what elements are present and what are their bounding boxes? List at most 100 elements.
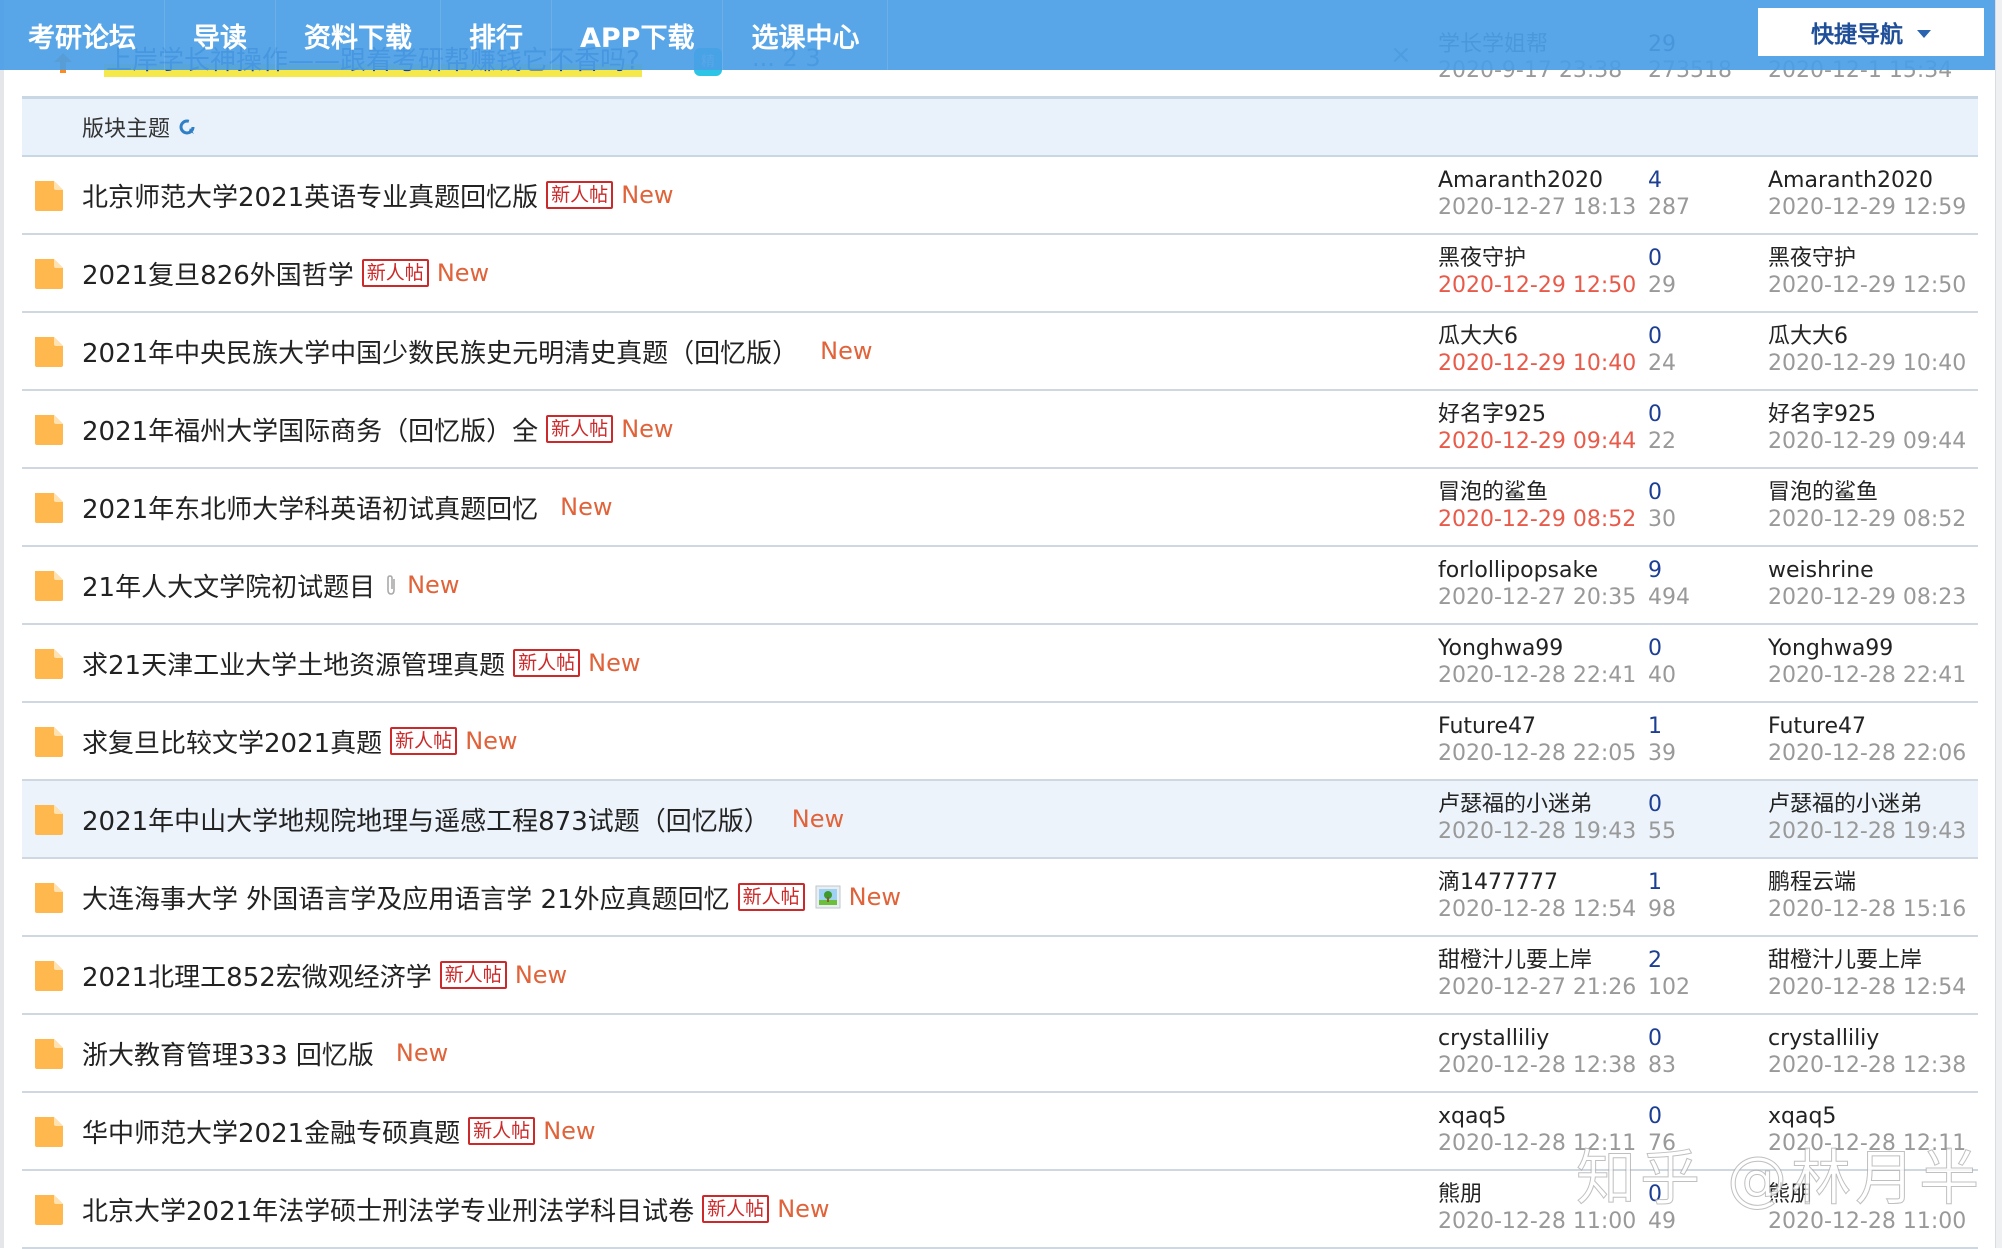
nav-item-downloads[interactable]: 资料下载	[276, 0, 441, 70]
last-post-time[interactable]: 2020-12-29 12:59	[1768, 194, 1988, 221]
thread-row[interactable]: 求复旦比较文学2021真题 新人帖 New Future47 2020-12-2…	[22, 703, 1978, 781]
new-mark[interactable]: New	[560, 493, 612, 521]
new-mark[interactable]: New	[621, 415, 673, 443]
last-poster-name[interactable]: 冒泡的鲨鱼	[1768, 479, 1988, 506]
reply-count[interactable]: 1	[1648, 713, 1748, 740]
author-name[interactable]: 好名字925	[1438, 401, 1658, 428]
new-mark[interactable]: New	[792, 805, 844, 833]
author-name[interactable]: 甜橙汁儿要上岸	[1438, 947, 1658, 974]
new-mark[interactable]: New	[588, 649, 640, 677]
new-mark[interactable]: New	[437, 259, 489, 287]
author-name[interactable]: crystalliliy	[1438, 1025, 1658, 1052]
reply-count[interactable]: 9	[1648, 557, 1748, 584]
reply-count[interactable]: 2	[1648, 947, 1748, 974]
last-poster-name[interactable]: Amaranth2020	[1768, 167, 1988, 194]
thread-title[interactable]: 浙大教育管理333 回忆版	[82, 1035, 374, 1072]
new-mark[interactable]: New	[777, 1195, 829, 1223]
last-post-time[interactable]: 2020-12-29 08:23	[1768, 584, 1988, 611]
last-poster-name[interactable]: 卢瑟福的小迷弟	[1768, 791, 1988, 818]
thread-row[interactable]: 2021年东北师大学科英语初试真题回忆 New 冒泡的鲨鱼 2020-12-29…	[22, 469, 1978, 547]
reply-count[interactable]: 0	[1648, 323, 1748, 350]
new-mark[interactable]: New	[543, 1117, 595, 1145]
new-mark[interactable]: New	[396, 1039, 448, 1067]
thread-title[interactable]: 2021年东北师大学科英语初试真题回忆	[82, 489, 538, 526]
reply-count[interactable]: 4	[1648, 167, 1748, 194]
nav-item-guide[interactable]: 导读	[165, 0, 276, 70]
scrollbar[interactable]	[1995, 0, 2002, 1248]
last-poster-name[interactable]: xqaq5	[1768, 1103, 1988, 1130]
reply-count[interactable]: 0	[1648, 401, 1748, 428]
new-mark[interactable]: New	[820, 337, 872, 365]
author-name[interactable]: 卢瑟福的小迷弟	[1438, 791, 1658, 818]
thread-row[interactable]: 2021年中山大学地规院地理与遥感工程873试题（回忆版） New 卢瑟福的小迷…	[22, 781, 1978, 859]
thread-row[interactable]: 浙大教育管理333 回忆版 New crystalliliy 2020-12-2…	[22, 1015, 1978, 1093]
author-name[interactable]: xqaq5	[1438, 1103, 1658, 1130]
nav-item-app-download[interactable]: APP下载	[552, 0, 724, 70]
thread-row[interactable]: 21年人大文学院初试题目 New forlollipopsake 2020-12…	[22, 547, 1978, 625]
author-name[interactable]: 冒泡的鲨鱼	[1438, 479, 1658, 506]
last-poster-name[interactable]: Future47	[1768, 713, 1988, 740]
thread-title[interactable]: 2021年中山大学地规院地理与遥感工程873试题（回忆版）	[82, 801, 770, 838]
last-post-time[interactable]: 2020-12-28 15:16	[1768, 896, 1988, 923]
last-post-time[interactable]: 2020-12-28 11:00	[1768, 1208, 1988, 1235]
last-poster-name[interactable]: 熊朋	[1768, 1181, 1988, 1208]
new-mark[interactable]: New	[849, 883, 901, 911]
reply-count[interactable]: 1	[1648, 869, 1748, 896]
nav-item-forum[interactable]: 考研论坛	[0, 0, 165, 70]
thread-title[interactable]: 21年人大文学院初试题目	[82, 567, 375, 604]
thread-title[interactable]: 大连海事大学 外国语言学及应用语言学 21外应真题回忆	[82, 879, 730, 916]
last-poster-name[interactable]: weishrine	[1768, 557, 1988, 584]
thread-title[interactable]: 2021北理工852宏微观经济学	[82, 957, 432, 994]
last-post-time[interactable]: 2020-12-29 12:50	[1768, 272, 1988, 299]
last-post-time[interactable]: 2020-12-29 10:40	[1768, 350, 1988, 377]
last-post-time[interactable]: 2020-12-28 12:11	[1768, 1130, 1988, 1157]
new-mark[interactable]: New	[407, 571, 459, 599]
reply-count[interactable]: 0	[1648, 1103, 1748, 1130]
last-post-time[interactable]: 2020-12-28 12:38	[1768, 1052, 1988, 1079]
last-post-time[interactable]: 2020-12-29 09:44	[1768, 428, 1988, 455]
thread-row[interactable]: 2021复旦826外国哲学 新人帖 New 黑夜守护 2020-12-29 12…	[22, 235, 1978, 313]
reply-count[interactable]: 0	[1648, 791, 1748, 818]
last-post-time[interactable]: 2020-12-28 22:06	[1768, 740, 1988, 767]
reply-count[interactable]: 0	[1648, 479, 1748, 506]
thread-row[interactable]: 大连海事大学 外国语言学及应用语言学 21外应真题回忆 新人帖 New 滴147…	[22, 859, 1978, 937]
thread-row[interactable]: 2021年中央民族大学中国少数民族史元明清史真题（回忆版） New 瓜大大6 2…	[22, 313, 1978, 391]
thread-title[interactable]: 求21天津工业大学土地资源管理真题	[82, 645, 505, 682]
thread-title[interactable]: 2021年中央民族大学中国少数民族史元明清史真题（回忆版）	[82, 333, 798, 370]
author-name[interactable]: Future47	[1438, 713, 1658, 740]
thread-row[interactable]: 北京大学2021年法学硕士刑法学专业刑法学科目试卷 新人帖 New 熊朋 202…	[22, 1171, 1978, 1249]
last-poster-name[interactable]: Yonghwa99	[1768, 635, 1988, 662]
thread-row[interactable]: 2021年福州大学国际商务（回忆版）全 新人帖 New 好名字925 2020-…	[22, 391, 1978, 469]
thread-title[interactable]: 华中师范大学2021金融专硕真题	[82, 1113, 460, 1150]
last-post-time[interactable]: 2020-12-29 08:52	[1768, 506, 1988, 533]
thread-row[interactable]: 求21天津工业大学土地资源管理真题 新人帖 New Yonghwa99 2020…	[22, 625, 1978, 703]
last-poster-name[interactable]: 好名字925	[1768, 401, 1988, 428]
last-post-time[interactable]: 2020-12-28 12:54	[1768, 974, 1988, 1001]
thread-title[interactable]: 2021年福州大学国际商务（回忆版）全	[82, 411, 538, 448]
last-poster-name[interactable]: 甜橙汁儿要上岸	[1768, 947, 1988, 974]
author-name[interactable]: Amaranth2020	[1438, 167, 1658, 194]
thread-title[interactable]: 2021复旦826外国哲学	[82, 255, 354, 292]
reply-count[interactable]: 0	[1648, 635, 1748, 662]
thread-row[interactable]: 华中师范大学2021金融专硕真题 新人帖 New xqaq5 2020-12-2…	[22, 1093, 1978, 1171]
reply-count[interactable]: 0	[1648, 245, 1748, 272]
nav-item-course-center[interactable]: 选课中心	[723, 0, 889, 70]
reply-count[interactable]: 0	[1648, 1181, 1748, 1208]
thread-title[interactable]: 北京大学2021年法学硕士刑法学专业刑法学科目试卷	[82, 1191, 694, 1228]
author-name[interactable]: 滴1477777	[1438, 869, 1658, 896]
refresh-icon[interactable]	[178, 118, 196, 136]
author-name[interactable]: 黑夜守护	[1438, 245, 1658, 272]
thread-row[interactable]: 2021北理工852宏微观经济学 新人帖 New 甜橙汁儿要上岸 2020-12…	[22, 937, 1978, 1015]
thread-title[interactable]: 北京师范大学2021英语专业真题回忆版	[82, 177, 538, 214]
reply-count[interactable]: 0	[1648, 1025, 1748, 1052]
author-name[interactable]: 熊朋	[1438, 1181, 1658, 1208]
last-poster-name[interactable]: 黑夜守护	[1768, 245, 1988, 272]
new-mark[interactable]: New	[515, 961, 567, 989]
new-mark[interactable]: New	[465, 727, 517, 755]
author-name[interactable]: Yonghwa99	[1438, 635, 1658, 662]
last-poster-name[interactable]: 瓜大大6	[1768, 323, 1988, 350]
last-poster-name[interactable]: 鹏程云端	[1768, 869, 1988, 896]
author-name[interactable]: 瓜大大6	[1438, 323, 1658, 350]
new-mark[interactable]: New	[621, 181, 673, 209]
nav-item-ranking[interactable]: 排行	[441, 0, 552, 70]
